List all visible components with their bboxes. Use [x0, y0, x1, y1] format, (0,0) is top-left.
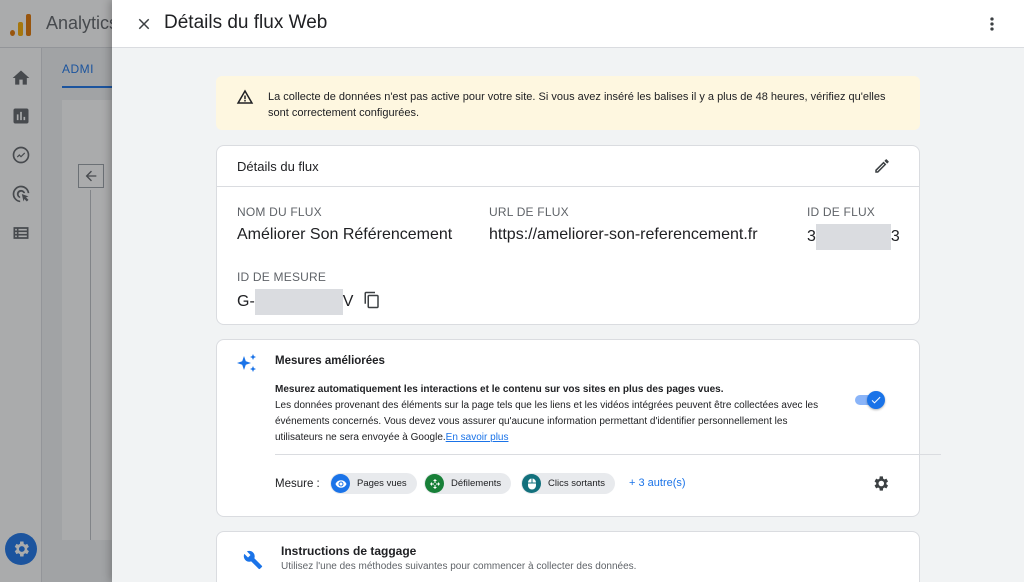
stream-id-suffix: 3 — [890, 228, 900, 246]
tagging-subtitle: Utilisez l'une des méthodes suivantes po… — [281, 561, 637, 572]
stream-details-drawer: Détails du flux Web La collecte de donné… — [112, 0, 1024, 582]
edit-button[interactable] — [873, 157, 893, 177]
warning-icon — [236, 88, 254, 106]
redacted-block — [254, 289, 343, 315]
copy-icon — [364, 291, 379, 309]
learn-more-link[interactable]: En savoir plus — [446, 432, 509, 443]
stream-id-value: 33 — [807, 224, 900, 250]
enhanced-settings-button[interactable] — [871, 474, 891, 494]
description-lead: Mesurez automatiquement les interactions… — [275, 384, 724, 395]
drawer-header: Détails du flux Web — [112, 0, 1024, 48]
drawer-title: Détails du flux Web — [164, 12, 328, 33]
stream-url-label: URL DE FLUX — [489, 205, 569, 219]
more-vert-icon — [990, 17, 994, 31]
card-title: Détails du flux — [237, 159, 319, 174]
enhanced-measurement-description: Mesurez automatiquement les interactions… — [275, 382, 835, 446]
more-options-button[interactable] — [980, 12, 1004, 36]
stream-name-label: NOM DU FLUX — [237, 205, 322, 219]
stream-name-value: Améliorer Son Référencement — [237, 226, 453, 243]
check-icon — [871, 396, 881, 404]
enhanced-measurement-card: Mesures améliorées Mesurez automatiqueme… — [216, 339, 941, 517]
measurement-id-suffix: V — [342, 293, 354, 311]
tagging-title: Instructions de taggage — [281, 544, 417, 558]
chip-scrolls: Défilements — [424, 473, 512, 494]
chip-label: Pages vues — [357, 478, 407, 489]
alert-text: La collecte de données n'est pas active … — [268, 91, 886, 119]
sparkle-icon — [235, 352, 259, 376]
measures-label: Mesure : — [275, 478, 320, 490]
chip-label: Défilements — [451, 478, 502, 489]
chip-page-views: Pages vues — [330, 473, 417, 494]
tagging-instructions-card[interactable]: Instructions de taggage Utilisez l'une d… — [216, 531, 920, 582]
measurement-id-prefix: G- — [237, 293, 255, 311]
stream-details-card: Détails du flux NOM DU FLUX Améliorer So… — [216, 145, 920, 325]
stream-id-prefix: 3 — [807, 228, 816, 246]
close-button[interactable] — [132, 12, 156, 36]
move-icon — [425, 474, 444, 493]
close-icon — [138, 18, 150, 30]
stream-id-label: ID DE FLUX — [807, 205, 876, 219]
wrench-icon — [243, 550, 265, 572]
gear-icon — [874, 476, 889, 491]
mouse-icon — [522, 474, 541, 493]
copy-button[interactable] — [363, 291, 381, 309]
card-header: Détails du flux — [217, 146, 919, 187]
measurement-id-label: ID DE MESURE — [237, 270, 327, 284]
description-body: Les données provenant des éléments sur l… — [275, 400, 819, 443]
stream-url-value: https://ameliorer-son-referencement.fr — [489, 226, 758, 243]
more-measures-link[interactable]: + 3 autre(s) — [629, 477, 686, 489]
measurement-id-value: G- V — [237, 289, 353, 315]
data-collection-alert: La collecte de données n'est pas active … — [216, 76, 920, 130]
chip-outbound-clicks: Clics sortants — [521, 473, 616, 494]
eye-icon — [331, 474, 350, 493]
chip-label: Clics sortants — [548, 478, 606, 489]
enhanced-measurement-title: Mesures améliorées — [275, 355, 385, 367]
enhanced-measurement-toggle[interactable] — [853, 391, 887, 409]
divider — [275, 454, 941, 455]
redacted-block — [815, 224, 891, 250]
pencil-icon — [875, 159, 889, 173]
